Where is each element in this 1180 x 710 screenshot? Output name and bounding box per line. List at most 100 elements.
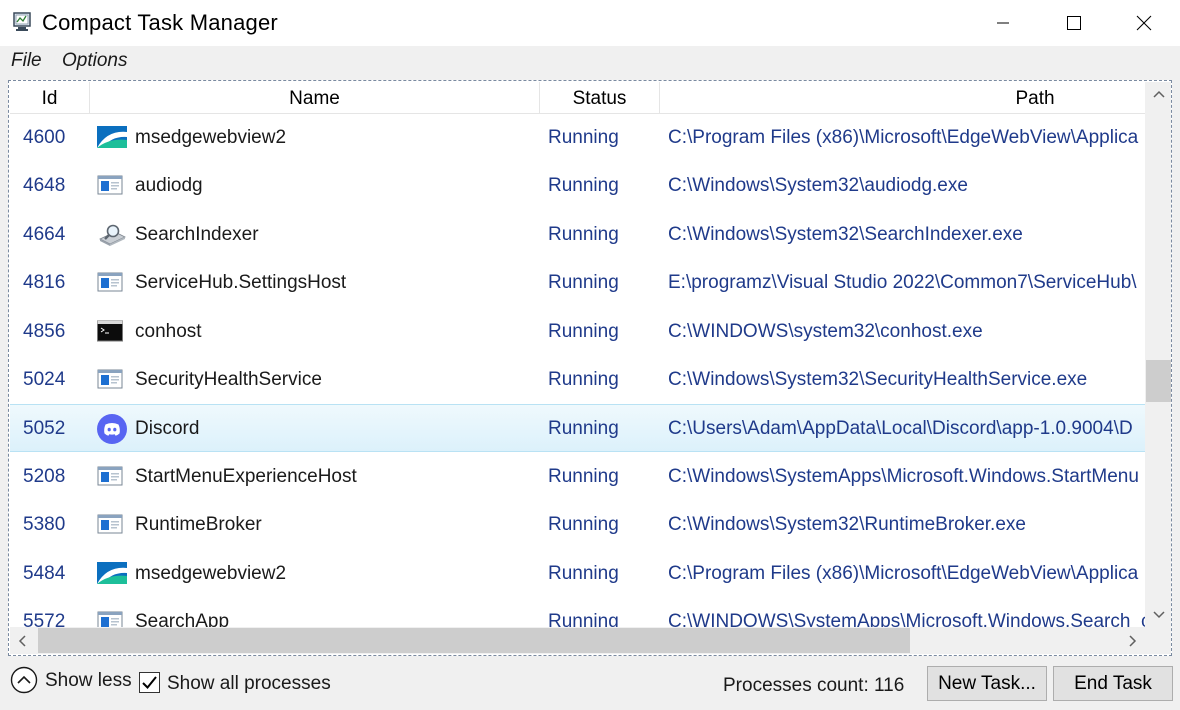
process-row[interactable]: 5484 msedgewebview2 Running C:\Program File…	[10, 550, 1145, 598]
close-icon	[1136, 15, 1152, 31]
process-path: C:\WINDOWS\system32\conhost.exe	[668, 320, 983, 342]
discord-icon	[97, 414, 127, 445]
process-id: 4600	[23, 127, 66, 148]
grid-viewport: Id Name Status Path 4600 msedgewebview2 Ru…	[10, 82, 1145, 627]
column-header-id[interactable]: Id	[10, 82, 90, 114]
process-name: SearchApp	[135, 611, 230, 627]
window-app-icon	[97, 610, 127, 627]
window-app-icon	[97, 174, 127, 196]
window-app-icon	[97, 513, 127, 535]
menu-file[interactable]: File	[11, 50, 42, 72]
process-path: E:\programz\Visual Studio 2022\Common7\S…	[668, 272, 1137, 294]
column-header-path[interactable]: Path	[660, 82, 1145, 114]
show-less-button[interactable]: Show less	[45, 670, 132, 692]
process-id: 4816	[23, 272, 66, 294]
process-row[interactable]: 5052 Discord Running C:\Users\Adam\AppData\…	[10, 404, 1145, 453]
new-task-button[interactable]: New Task...	[927, 666, 1047, 701]
process-path: C:\Windows\System32\SearchIndexer.exe	[668, 223, 1023, 245]
process-row[interactable]: 5380 RuntimeBroker Running C:\Windows\Syste…	[10, 501, 1145, 549]
maximize-icon	[1067, 16, 1081, 30]
process-status: Running	[548, 611, 619, 627]
process-name: SecurityHealthService	[135, 369, 322, 390]
vertical-scrollbar[interactable]	[1145, 82, 1171, 627]
chevron-right-icon	[1129, 634, 1137, 647]
process-row[interactable]: 4648 audiodg Running C:\Windows\System32\au…	[10, 162, 1145, 210]
process-status: Running	[548, 369, 619, 390]
process-name: SearchIndexer	[135, 223, 259, 245]
task-manager-icon	[13, 12, 31, 31]
process-grid[interactable]: Id Name Status Path 4600 msedgewebview2 Ru…	[8, 80, 1172, 656]
process-path: C:\Users\Adam\AppData\Local\Discord\app-…	[668, 418, 1133, 440]
console-icon	[97, 320, 127, 342]
process-status: Running	[548, 465, 619, 487]
process-status: Running	[548, 562, 619, 584]
process-id: 4648	[23, 175, 66, 197]
process-status: Running	[548, 418, 619, 440]
process-path: C:\Windows\System32\RuntimeBroker.exe	[668, 514, 1026, 536]
chevron-left-icon	[18, 634, 26, 647]
horizontal-scrollbar[interactable]	[10, 627, 1145, 654]
title-bar: Compact Task Manager	[0, 0, 1180, 46]
scrollbar-corner	[1145, 627, 1171, 654]
process-name: ServiceHub.SettingsHost	[135, 272, 347, 294]
process-name: Discord	[135, 418, 200, 440]
window-app-icon	[97, 465, 127, 487]
minimize-button[interactable]	[980, 0, 1026, 46]
chevron-down-icon	[1152, 611, 1165, 619]
search-indexer-icon	[97, 223, 127, 247]
process-path: C:\WINDOWS\SystemApps\Microsoft.Windows.…	[668, 611, 1145, 627]
grid-header: Id Name Status Path	[10, 82, 1145, 114]
close-button[interactable]	[1121, 0, 1167, 46]
show-all-processes-label[interactable]: Show all processes	[167, 673, 331, 695]
chevron-up-circle-icon[interactable]	[10, 666, 38, 694]
process-id: 4664	[23, 223, 66, 245]
process-name: msedgewebview2	[135, 127, 287, 148]
process-row[interactable]: 5024 SecurityHealthService Running C:\Windo…	[10, 356, 1145, 404]
window-app-icon	[97, 271, 127, 293]
process-name: audiodg	[135, 175, 203, 197]
show-all-processes-checkbox[interactable]	[139, 672, 160, 693]
scroll-right-button[interactable]	[1121, 627, 1145, 654]
process-row[interactable]: 4856 conhost Running C:\WINDOWS\system32\co…	[10, 308, 1145, 356]
process-status: Running	[548, 272, 619, 294]
process-name: StartMenuExperienceHost	[135, 465, 357, 487]
process-status: Running	[548, 223, 619, 245]
scroll-up-button[interactable]	[1145, 82, 1171, 106]
end-task-button[interactable]: End Task	[1053, 666, 1173, 701]
process-path: C:\Program Files (x86)\Microsoft\EdgeWeb…	[668, 127, 1139, 148]
edge-webview-icon	[97, 561, 127, 584]
column-header-status[interactable]: Status	[540, 82, 660, 114]
process-row[interactable]: 5208 StartMenuExperienceHost Running C:\Win…	[10, 453, 1145, 501]
maximize-button[interactable]	[1051, 0, 1097, 46]
column-header-name[interactable]: Name	[90, 82, 540, 114]
edge-webview-icon	[97, 126, 127, 148]
process-id: 5052	[23, 418, 66, 440]
process-id: 5572	[23, 611, 66, 627]
process-name: RuntimeBroker	[135, 514, 262, 536]
process-id: 5380	[23, 514, 66, 536]
scroll-left-button[interactable]	[10, 627, 34, 654]
menu-options[interactable]: Options	[62, 50, 127, 72]
processes-count: Processes count: 116	[723, 675, 905, 696]
process-status: Running	[548, 175, 619, 197]
horizontal-scroll-thumb[interactable]	[38, 628, 910, 653]
bottom-bar: Show less Show all processes Processes c…	[0, 660, 1180, 710]
scroll-down-button[interactable]	[1145, 603, 1171, 627]
process-row[interactable]: 4664 SearchIndexer Running C:\Windows\Syste…	[10, 211, 1145, 259]
process-status: Running	[548, 320, 619, 342]
process-status: Running	[548, 127, 619, 148]
process-row[interactable]: 4816 ServiceHub.SettingsHost Running E:\pro…	[10, 259, 1145, 307]
vertical-scroll-thumb[interactable]	[1146, 360, 1171, 402]
process-path: C:\Program Files (x86)\Microsoft\EdgeWeb…	[668, 562, 1139, 584]
process-path: C:\Windows\System32\SecurityHealthServic…	[668, 369, 1088, 390]
process-row[interactable]: 5572 SearchApp Running C:\WINDOWS\SystemApp…	[10, 598, 1145, 627]
checkmark-icon	[142, 676, 157, 689]
process-id: 5024	[23, 369, 66, 390]
process-name: conhost	[135, 320, 202, 342]
chevron-up-icon	[1152, 90, 1165, 98]
menu-bar: File Options	[0, 46, 1180, 76]
process-row[interactable]: 4600 msedgewebview2 Running C:\Program File…	[10, 114, 1145, 162]
window-title: Compact Task Manager	[42, 10, 278, 35]
process-name: msedgewebview2	[135, 562, 287, 584]
process-status: Running	[548, 514, 619, 536]
